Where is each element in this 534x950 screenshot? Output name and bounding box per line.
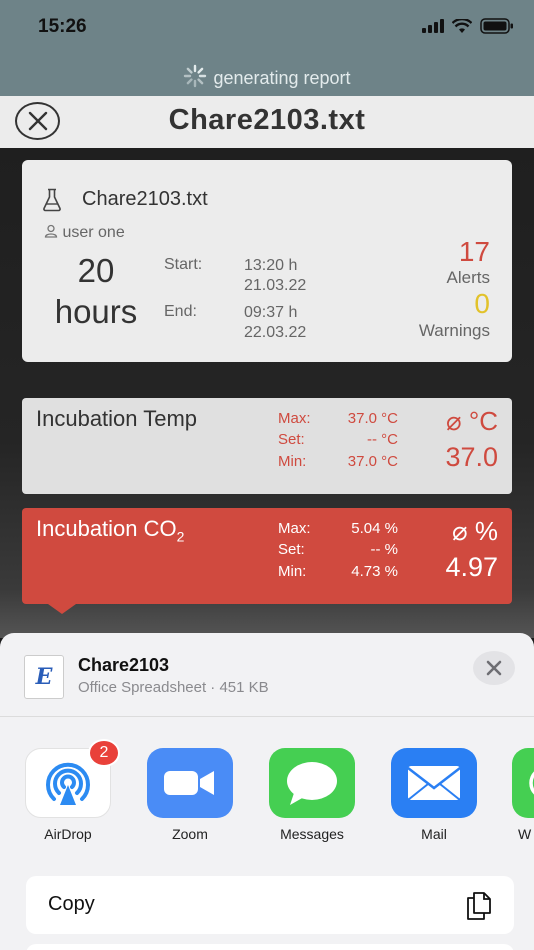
set-value: -- °C bbox=[367, 431, 398, 448]
shared-file-meta: Office Spreadsheet · 451 KB bbox=[78, 679, 269, 696]
generating-banner: generating report bbox=[0, 64, 534, 93]
share-app-zoom[interactable]: Zoom bbox=[140, 748, 240, 842]
max-label: Max: bbox=[278, 520, 311, 537]
next-action[interactable] bbox=[26, 944, 514, 950]
average-value: 4.97 bbox=[445, 552, 498, 582]
status-icons bbox=[422, 18, 514, 34]
spinner-icon bbox=[183, 64, 207, 93]
average-unit: ⌀ % bbox=[452, 516, 498, 546]
whatsapp-icon bbox=[512, 748, 534, 818]
summary-user: user one bbox=[44, 224, 125, 242]
start-label: Start: bbox=[164, 256, 203, 273]
user-icon bbox=[44, 224, 58, 238]
min-value: 37.0 °C bbox=[347, 453, 398, 470]
signal-icon bbox=[422, 19, 444, 33]
metric-name-subscript: 2 bbox=[176, 528, 185, 545]
zoom-icon bbox=[147, 748, 233, 818]
app-label: W bbox=[518, 826, 532, 842]
end-time: 09:37 h bbox=[244, 304, 298, 321]
duration-value: 20 bbox=[77, 252, 115, 289]
shared-file-name: Chare2103 bbox=[78, 655, 170, 675]
metric-name-text: Incubation CO bbox=[36, 516, 177, 541]
end-date: 22.03.22 bbox=[244, 324, 307, 341]
duration-unit: hours bbox=[54, 293, 138, 330]
copy-icon bbox=[462, 889, 494, 926]
clock: 15:26 bbox=[38, 16, 87, 37]
min-label: Min: bbox=[278, 563, 307, 580]
share-app-whatsapp[interactable]: W bbox=[506, 748, 534, 842]
start-date: 21.03.22 bbox=[244, 277, 307, 294]
mail-icon bbox=[391, 748, 477, 818]
max-label: Max: bbox=[278, 410, 311, 427]
close-icon bbox=[486, 660, 502, 676]
metric-name: Incubation CO2 bbox=[36, 516, 184, 544]
average-unit: ⌀ °C bbox=[445, 406, 498, 436]
average-value: 37.0 bbox=[445, 442, 498, 472]
app-label: Messages bbox=[280, 826, 344, 842]
share-app-airdrop[interactable]: 2 AirDrop bbox=[18, 739, 120, 842]
share-app-messages[interactable]: Messages bbox=[262, 748, 362, 842]
min-value: 4.73 % bbox=[351, 563, 398, 580]
status-bar: 15:26 generating report bbox=[0, 0, 534, 96]
user-name: user one bbox=[62, 224, 125, 241]
app-label: Mail bbox=[421, 826, 447, 842]
messages-icon bbox=[269, 748, 355, 818]
metric-name: Incubation Temp bbox=[36, 406, 198, 431]
copy-label: Copy bbox=[48, 893, 95, 915]
airdrop-icon: 2 bbox=[25, 739, 120, 818]
share-app-mail[interactable]: Mail bbox=[384, 748, 484, 842]
summary-filename: Chare2103.txt bbox=[82, 188, 208, 210]
selected-pointer bbox=[48, 604, 76, 614]
spreadsheet-file-icon: E bbox=[24, 655, 64, 699]
metric-card-temp[interactable]: Incubation Temp Max: 37.0 °C Set: -- °C … bbox=[22, 398, 512, 494]
set-value: -- % bbox=[370, 541, 399, 558]
max-value: 5.04 % bbox=[351, 520, 398, 537]
max-value: 37.0 °C bbox=[347, 410, 398, 427]
start-time: 13:20 h bbox=[244, 257, 298, 274]
title-bar: Chare2103.txt bbox=[0, 96, 534, 148]
share-sheet: E Chare2103 Office Spreadsheet · 451 KB … bbox=[0, 633, 534, 950]
wifi-icon bbox=[452, 18, 472, 33]
page-title: Chare2103.txt bbox=[168, 104, 366, 136]
share-app-row: 2 AirDrop Zoom Messages Mail W bbox=[0, 739, 534, 858]
share-sheet-header: E Chare2103 Office Spreadsheet · 451 KB bbox=[0, 633, 534, 717]
alerts-count: 17 bbox=[458, 236, 490, 267]
warnings-count: 0 bbox=[474, 288, 490, 319]
notification-badge: 2 bbox=[88, 739, 120, 767]
copy-action[interactable]: Copy bbox=[26, 876, 514, 934]
warnings-label: Warnings bbox=[418, 321, 490, 340]
metric-card-co2[interactable]: Incubation CO2 Max: 5.04 % Set: -- % Min… bbox=[22, 508, 512, 614]
set-label: Set: bbox=[278, 541, 305, 558]
share-close-button[interactable] bbox=[473, 651, 515, 685]
set-label: Set: bbox=[278, 431, 305, 448]
generating-text: generating report bbox=[213, 68, 351, 88]
app-label: Zoom bbox=[172, 826, 208, 842]
alerts-label: Alerts bbox=[446, 268, 490, 287]
summary-card: Chare2103.txt user one 20 hours Start: 1… bbox=[22, 160, 512, 362]
flask-icon bbox=[42, 188, 62, 217]
min-label: Min: bbox=[278, 453, 307, 470]
end-label: End: bbox=[164, 303, 197, 320]
app-label: AirDrop bbox=[44, 826, 92, 842]
battery-icon bbox=[480, 18, 513, 34]
